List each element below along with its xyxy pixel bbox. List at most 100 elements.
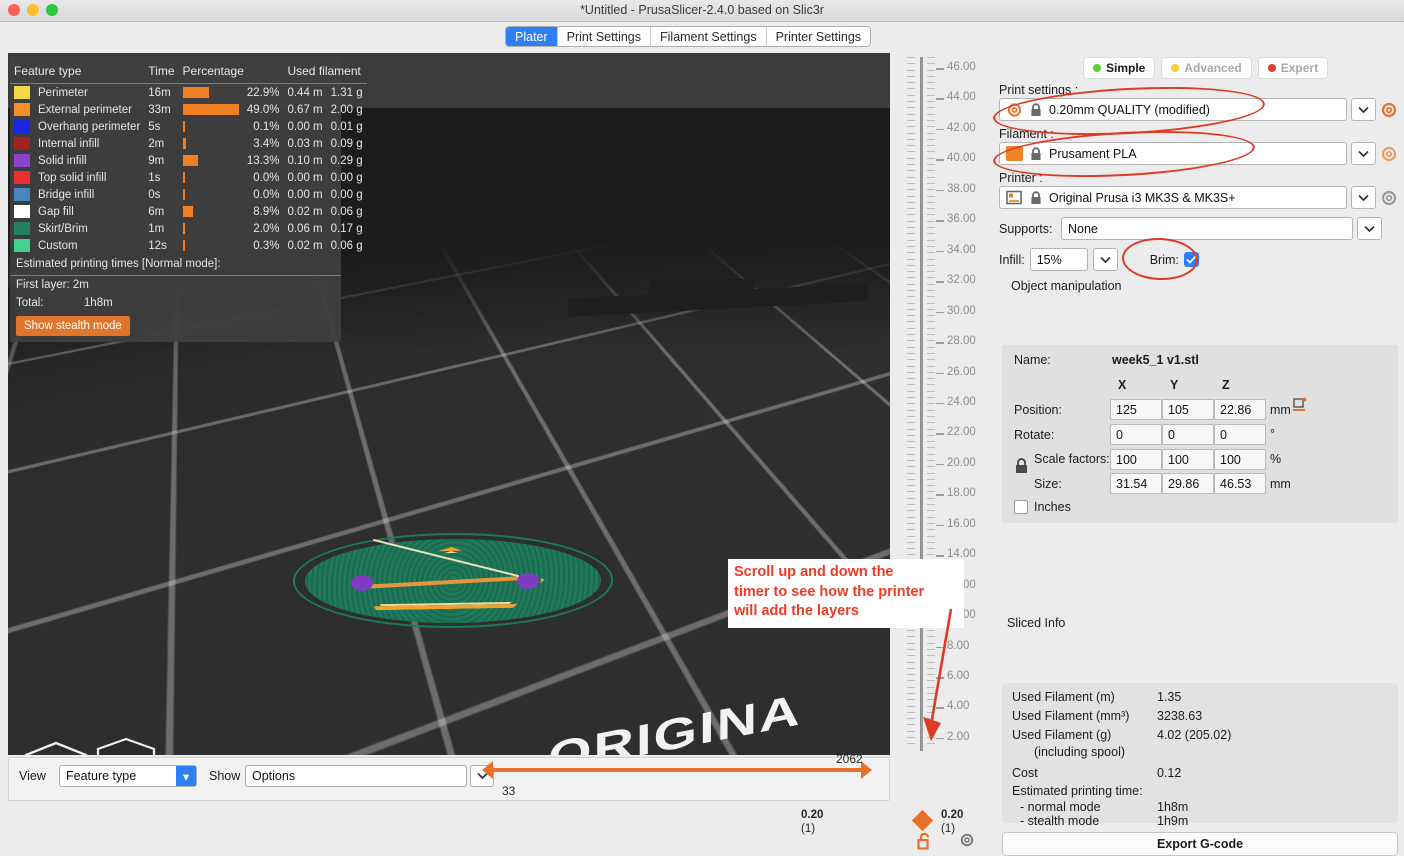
view-mode-icons[interactable]	[20, 733, 166, 755]
brim-checkbox[interactable]	[1183, 252, 1199, 267]
lock-icon	[1031, 190, 1041, 204]
infill-field[interactable]: 15%	[1029, 248, 1088, 271]
legend-length: 0.00 m	[287, 188, 323, 201]
position-z-input[interactable]: 22.86	[1214, 399, 1266, 420]
drop-to-bed-icon[interactable]	[1292, 397, 1308, 412]
size-y-input[interactable]: 29.86	[1162, 473, 1214, 494]
legend-feature-name: Solid infill	[38, 154, 87, 167]
filament-gear-icon[interactable]	[1380, 145, 1398, 163]
mode-button-advanced[interactable]: Advanced	[1161, 57, 1252, 79]
sliced-info-title: Sliced Info	[1007, 616, 1066, 630]
legend-feature-name: Gap fill	[38, 205, 74, 218]
chevron-down-icon[interactable]: ▾	[176, 766, 196, 786]
print-settings-dropdown[interactable]	[1351, 98, 1376, 121]
window-title-bar: *Untitled - PrusaSlicer-2.4.0 based on S…	[0, 0, 1404, 22]
legend-length: 0.00 m	[287, 120, 323, 133]
print-settings-field[interactable]: 0.20mm QUALITY (modified)	[999, 98, 1347, 121]
print-settings-gear-icon[interactable]	[1380, 101, 1398, 119]
legend-color-swatch	[14, 102, 30, 116]
view-select[interactable]: Feature type ▾	[59, 765, 197, 787]
infill-dropdown[interactable]	[1092, 248, 1118, 271]
unlock-icon[interactable]	[917, 832, 933, 855]
legend-weight: 0.17 g	[330, 222, 363, 235]
legend-header-time: Time	[148, 64, 175, 78]
legend-length: 0.67 m	[287, 103, 323, 116]
chevron-down-icon	[1358, 150, 1369, 157]
moves-slider-start-handle[interactable]	[482, 761, 493, 779]
printer-label: Printer :	[999, 171, 1043, 185]
legend-time: 12s	[148, 239, 167, 252]
tab-plater[interactable]: Plater	[506, 27, 558, 46]
layer-slider-handle[interactable]	[911, 809, 934, 832]
mode-button-simple[interactable]: Simple	[1083, 57, 1156, 79]
sliced-model[interactable]	[290, 525, 616, 635]
supports-label: Supports:	[999, 221, 1053, 236]
layer-tick-label: 28.00	[936, 335, 976, 348]
inches-checkbox[interactable]	[1014, 500, 1028, 514]
filament-value: Prusament PLA	[1049, 146, 1137, 161]
layer-tick-label: 46.00	[936, 61, 976, 73]
position-x-input[interactable]: 125	[1110, 399, 1162, 420]
legend-time: 0s	[148, 188, 161, 201]
printer-icon	[1006, 190, 1022, 205]
uniform-scale-lock-icon[interactable]	[1014, 457, 1030, 475]
tab-print-settings[interactable]: Print Settings	[557, 27, 651, 46]
printer-gear-icon[interactable]	[1380, 189, 1398, 207]
tab-filament-settings[interactable]: Filament Settings	[651, 27, 767, 46]
position-y-input[interactable]: 105	[1162, 399, 1214, 420]
position-unit: mm	[1270, 403, 1291, 417]
mode-button-expert[interactable]: Expert	[1257, 57, 1329, 79]
object-name-value: week5_1 v1.stl	[1112, 353, 1199, 367]
scale-label: Scale factors:	[1034, 452, 1110, 466]
legend-row: Solid infill 9m 13.3% 0.10 m 0.29 g	[10, 152, 367, 169]
layer-tick-label: 38.00	[936, 182, 976, 195]
legend-weight: 0.09 g	[330, 137, 363, 150]
brim-label: Brim:	[1149, 252, 1179, 267]
annotation-arrow	[923, 608, 953, 741]
show-stealth-mode-button[interactable]: Show stealth mode	[16, 316, 130, 336]
annotation-note-line1: Scroll up and down the	[734, 564, 894, 580]
supports-field[interactable]: None	[1061, 217, 1353, 240]
layer-tick-label: 22.00	[936, 426, 976, 439]
cube-icon	[24, 741, 88, 755]
printer-dropdown[interactable]	[1351, 186, 1376, 209]
layer-slider-gear-icon[interactable]	[959, 832, 975, 853]
supports-dropdown[interactable]	[1357, 217, 1382, 240]
layer-tick-label: 24.00	[936, 395, 976, 408]
legend-row: Bridge infill 0s 0.0% 0.00 m 0.00 g	[10, 186, 367, 203]
moves-max-label: 2062	[836, 752, 863, 766]
export-gcode-button[interactable]: Export G-code	[1002, 832, 1398, 856]
filament-color-swatch	[1006, 146, 1023, 161]
layer-tick-label: 40.00	[936, 152, 976, 165]
rotate-x-input[interactable]: 0	[1110, 424, 1162, 445]
legend-row: Top solid infill 1s 0.0% 0.00 m 0.00 g	[10, 169, 367, 186]
size-x-input[interactable]: 31.54	[1110, 473, 1162, 494]
rotate-unit: °	[1270, 427, 1275, 441]
rotate-y-input[interactable]: 0	[1162, 424, 1214, 445]
sliced-info-panel: Used Filament (m) 1.35 Used Filament (mm…	[1002, 683, 1398, 828]
size-z-input[interactable]: 46.53	[1214, 473, 1266, 494]
legend-row: Custom 12s 0.3% 0.02 m 0.06 g	[10, 237, 367, 254]
moves-slider[interactable]	[482, 761, 872, 779]
3d-viewport[interactable]: ORIGINA Feature type Time Percentage Use…	[8, 53, 890, 755]
scale-x-input[interactable]: 100	[1110, 449, 1162, 470]
tab-printer-settings[interactable]: Printer Settings	[766, 27, 871, 46]
legend-weight: 1.31 g	[330, 86, 363, 99]
axis-header-y: Y	[1170, 378, 1179, 392]
scale-y-input[interactable]: 100	[1162, 449, 1214, 470]
sliced-filament-mm3-value: 3238.63	[1157, 709, 1203, 723]
legend-weight: 0.00 g	[330, 171, 363, 184]
check-icon	[1186, 255, 1197, 264]
filament-dropdown[interactable]	[1351, 142, 1376, 165]
rotate-z-input[interactable]: 0	[1214, 424, 1266, 445]
filament-row: Prusament PLA	[999, 142, 1398, 165]
printer-row: Original Prusa i3 MK3S & MK3S+	[999, 186, 1398, 209]
legend-weight: 2.00 g	[330, 103, 363, 116]
sliced-filament-g-value: 4.02 (205.02)	[1157, 728, 1232, 742]
show-select[interactable]: Options	[245, 765, 467, 787]
scale-z-input[interactable]: 100	[1214, 449, 1266, 470]
printer-field[interactable]: Original Prusa i3 MK3S & MK3S+	[999, 186, 1347, 209]
legend-bar	[182, 121, 185, 132]
filament-field[interactable]: Prusament PLA	[999, 142, 1347, 165]
legend-bar	[182, 87, 209, 98]
